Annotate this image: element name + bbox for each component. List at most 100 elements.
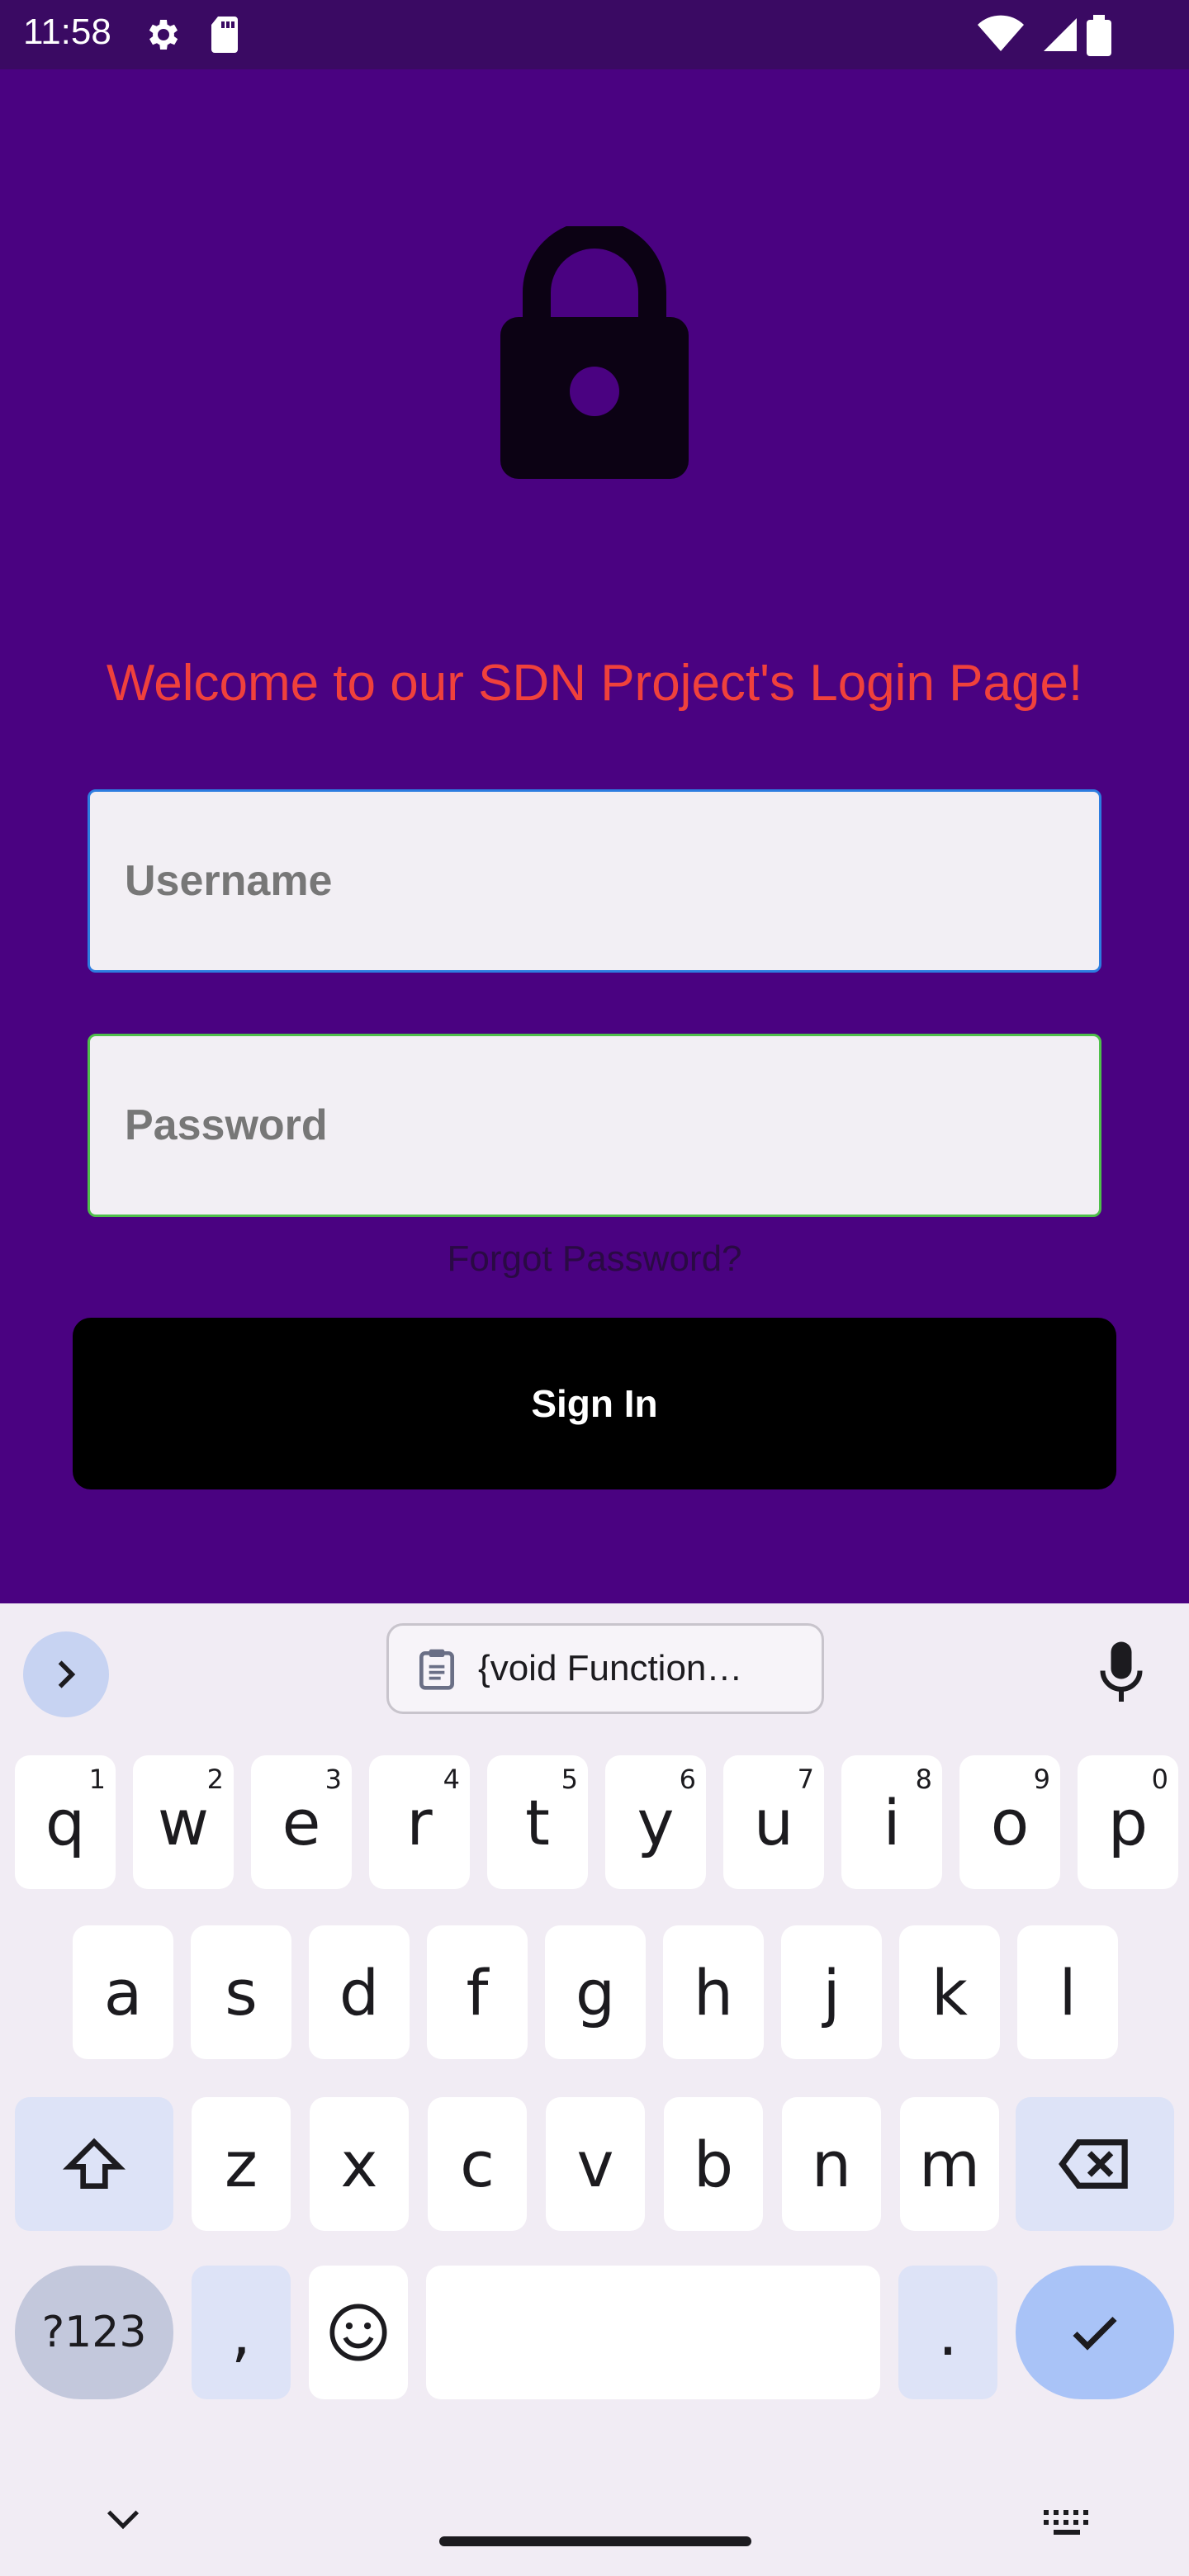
lock-icon xyxy=(500,226,689,479)
key-letter: b xyxy=(693,2127,734,2201)
letter-key[interactable]: h xyxy=(663,1925,764,2059)
chevron-right-icon xyxy=(58,1660,76,1688)
shift-key[interactable] xyxy=(15,2097,173,2231)
microphone-icon[interactable] xyxy=(1097,1640,1146,1706)
key-letter: g xyxy=(575,1955,616,2029)
key-letter: z xyxy=(225,2127,258,2201)
key-letter: v xyxy=(576,2127,614,2201)
key-number-hint: 1 xyxy=(88,1764,106,1795)
username-field[interactable]: Username xyxy=(88,789,1101,973)
letter-key[interactable]: t5 xyxy=(487,1755,588,1889)
key-number-hint: 8 xyxy=(915,1764,932,1795)
username-placeholder: Username xyxy=(125,857,333,905)
key-letter: q xyxy=(45,1785,86,1859)
password-field[interactable]: Password xyxy=(88,1034,1101,1217)
letter-key[interactable]: w2 xyxy=(133,1755,234,1889)
welcome-heading: Welcome to our SDN Project's Login Page! xyxy=(106,655,1083,712)
letter-key[interactable]: j xyxy=(781,1925,882,2059)
sd-card-icon xyxy=(211,17,238,53)
key-letter: e xyxy=(282,1785,321,1859)
key-letter: d xyxy=(339,1955,380,2029)
home-gesture-bar[interactable] xyxy=(439,2536,751,2546)
key-letter: u xyxy=(753,1785,794,1859)
key-letter: p xyxy=(1107,1785,1149,1859)
clipboard-icon xyxy=(419,1649,454,1690)
symbols-key[interactable]: ?123 xyxy=(15,2266,173,2399)
key-letter: k xyxy=(931,1955,968,2029)
letter-key[interactable]: l xyxy=(1017,1925,1118,2059)
letter-key[interactable]: q1 xyxy=(15,1755,116,1889)
key-letter: f xyxy=(466,1955,489,2029)
soft-keyboard: {void Function… q1w2e3r4t5y6u7i8o9p0 asd… xyxy=(0,1603,1189,2576)
letter-key[interactable]: k xyxy=(899,1925,1000,2059)
letter-key[interactable]: e3 xyxy=(251,1755,352,1889)
letter-key[interactable]: g xyxy=(545,1925,646,2059)
backspace-icon xyxy=(1059,2139,1128,2189)
key-letter: x xyxy=(340,2127,378,2201)
letter-key[interactable]: z xyxy=(192,2097,291,2231)
key-number-hint: 3 xyxy=(324,1764,342,1795)
letter-key[interactable]: u7 xyxy=(723,1755,824,1889)
key-letter: t xyxy=(525,1785,550,1859)
key-letter: s xyxy=(225,1955,258,2029)
login-screen: Welcome to our SDN Project's Login Page!… xyxy=(0,69,1189,1603)
key-letter: m xyxy=(918,2127,981,2201)
password-placeholder: Password xyxy=(125,1101,328,1149)
key-letter: l xyxy=(1059,1955,1077,2029)
forgot-password-link[interactable]: Forgot Password? xyxy=(0,1238,1189,1280)
checkmark-icon xyxy=(1073,2316,1117,2351)
key-letter: r xyxy=(406,1785,433,1859)
emoji-smile-icon xyxy=(329,2304,387,2361)
key-letter: y xyxy=(637,1785,675,1859)
key-letter: o xyxy=(990,1785,1030,1859)
key-number-hint: 6 xyxy=(679,1764,696,1795)
enter-key[interactable] xyxy=(1016,2266,1174,2399)
letter-key[interactable]: i8 xyxy=(841,1755,942,1889)
key-letter: i xyxy=(883,1785,901,1859)
letter-key[interactable]: n xyxy=(782,2097,881,2231)
letter-key[interactable]: x xyxy=(310,2097,409,2231)
letter-key[interactable]: o9 xyxy=(959,1755,1060,1889)
status-time: 11:58 xyxy=(23,12,111,52)
keyboard-switch-icon[interactable] xyxy=(1042,2508,1092,2538)
letter-key[interactable]: d xyxy=(309,1925,410,2059)
key-letter: a xyxy=(103,1955,143,2029)
comma-key[interactable]: , xyxy=(192,2266,291,2399)
key-letter: w xyxy=(157,1785,210,1859)
letter-key[interactable]: m xyxy=(900,2097,999,2231)
letter-key[interactable]: r4 xyxy=(369,1755,470,1889)
letter-key[interactable]: b xyxy=(664,2097,763,2231)
emoji-key[interactable] xyxy=(309,2266,408,2399)
battery-icon xyxy=(1087,15,1111,56)
sign-in-button[interactable]: Sign In xyxy=(73,1318,1116,1489)
space-key[interactable] xyxy=(426,2266,880,2399)
key-letter: n xyxy=(811,2127,852,2201)
keyboard-expand-button[interactable] xyxy=(23,1631,109,1717)
signal-icon xyxy=(1044,18,1077,51)
key-number-hint: 7 xyxy=(797,1764,814,1795)
hide-keyboard-chevron-icon[interactable] xyxy=(104,2505,142,2535)
letter-key[interactable]: s xyxy=(191,1925,291,2059)
key-number-hint: 5 xyxy=(561,1764,578,1795)
key-letter: c xyxy=(460,2127,495,2201)
key-number-hint: 9 xyxy=(1033,1764,1050,1795)
key-number-hint: 4 xyxy=(443,1764,460,1795)
settings-gear-icon xyxy=(149,20,178,50)
letter-key[interactable]: y6 xyxy=(605,1755,706,1889)
key-letter: h xyxy=(693,1955,734,2029)
shift-arrow-icon xyxy=(62,2138,126,2189)
status-bar: 11:58 xyxy=(0,0,1189,69)
backspace-key[interactable] xyxy=(1016,2097,1174,2231)
letter-key[interactable]: c xyxy=(428,2097,527,2231)
letter-key[interactable]: v xyxy=(546,2097,645,2231)
period-key[interactable]: . xyxy=(898,2266,997,2399)
key-letter: j xyxy=(822,1955,841,2029)
wifi-icon xyxy=(978,15,1024,52)
key-number-hint: 0 xyxy=(1151,1764,1168,1795)
clipboard-suggestion[interactable]: {void Function… xyxy=(386,1623,824,1714)
letter-key[interactable]: a xyxy=(73,1925,173,2059)
keyboard-nav-bar xyxy=(0,2472,1189,2576)
letter-key[interactable]: p0 xyxy=(1078,1755,1178,1889)
key-number-hint: 2 xyxy=(206,1764,224,1795)
letter-key[interactable]: f xyxy=(427,1925,528,2059)
